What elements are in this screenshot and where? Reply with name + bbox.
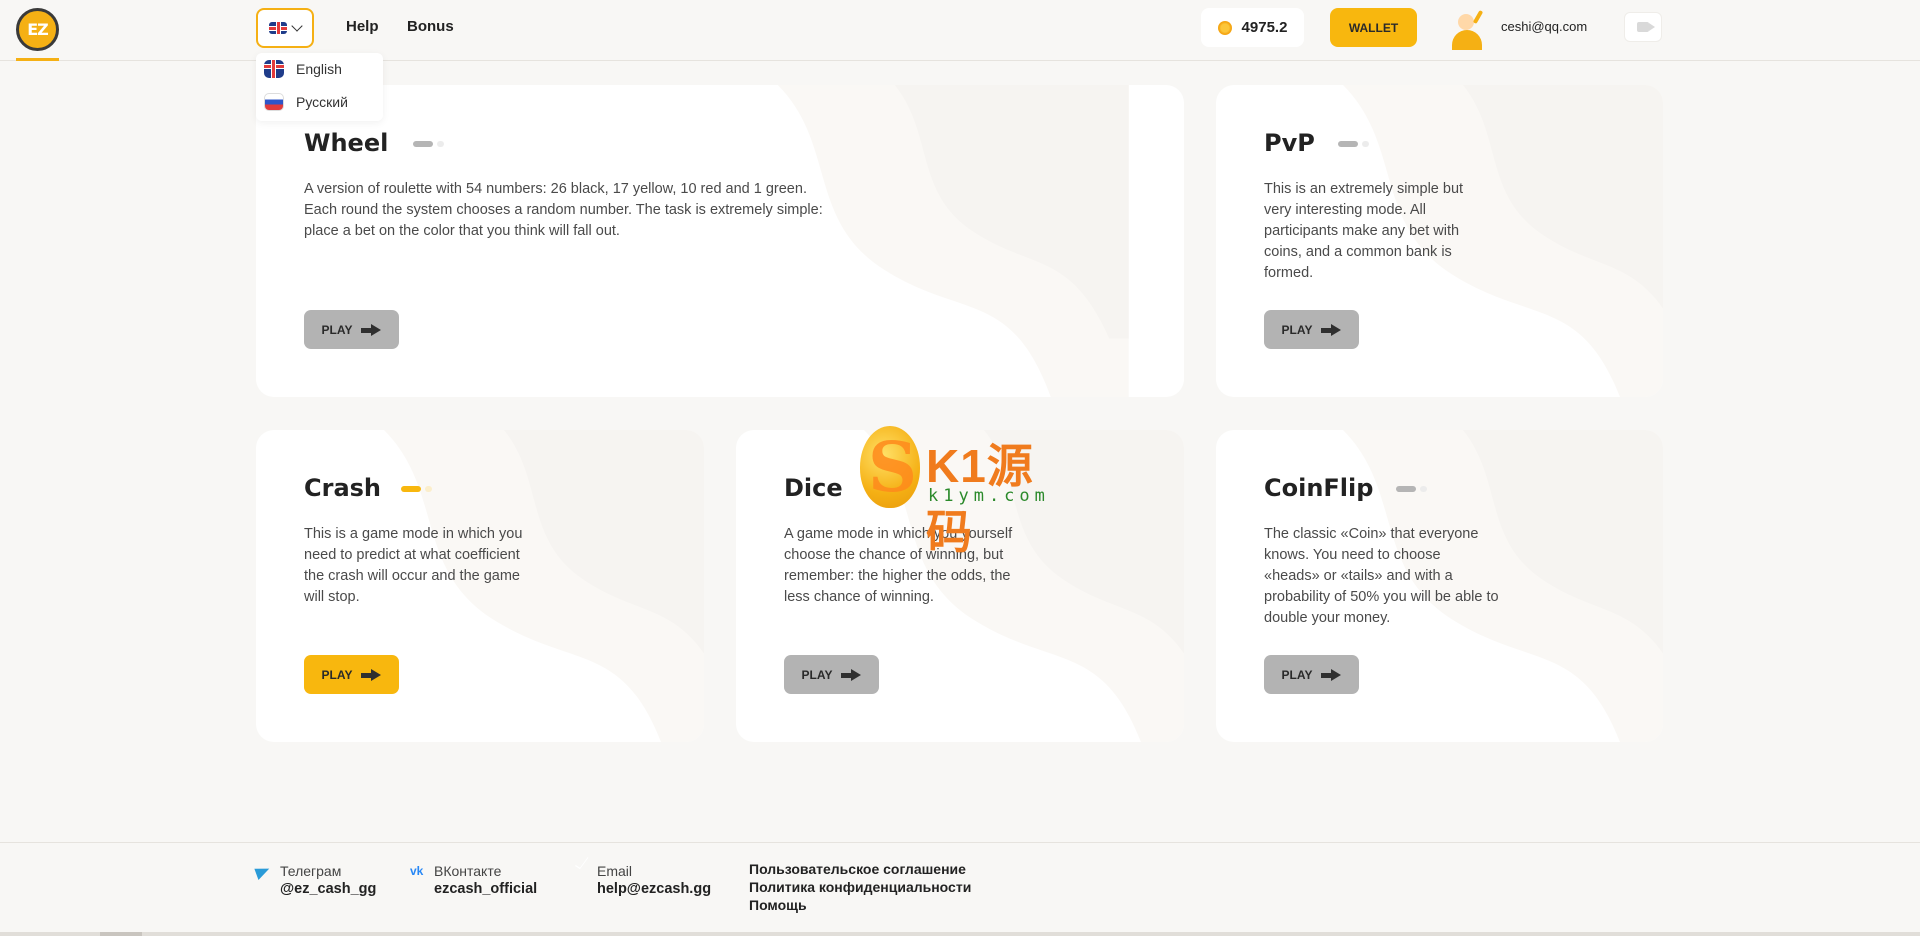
uk-flag-icon bbox=[264, 60, 284, 78]
card-description: This is an extremely simple but very int… bbox=[1264, 181, 1464, 281]
balance-value: 4975.2 bbox=[1241, 19, 1288, 36]
logout-icon bbox=[1637, 22, 1655, 32]
uk-flag-icon bbox=[269, 22, 287, 34]
card-description: The classic «Coin» that everyone knows. … bbox=[1264, 526, 1499, 626]
play-button-coinflip[interactable]: PLAY bbox=[1264, 655, 1359, 694]
play-label: PLAY bbox=[321, 322, 353, 337]
watermark-egg-icon bbox=[860, 426, 920, 508]
wallet-button[interactable]: WALLET bbox=[1330, 8, 1417, 47]
footer: Телеграм @ez_cash_gg vk ВКонтакте ezcash… bbox=[0, 842, 1920, 936]
language-dropdown: English Русский bbox=[256, 53, 383, 121]
language-option-label: Русский bbox=[296, 94, 348, 110]
arrow-right-icon bbox=[361, 323, 382, 336]
arrow-right-icon bbox=[361, 668, 382, 681]
ru-flag-icon bbox=[264, 93, 284, 111]
play-label: PLAY bbox=[801, 667, 833, 682]
nav-bonus-link[interactable]: Bonus bbox=[407, 18, 454, 35]
avatar[interactable] bbox=[1450, 8, 1488, 50]
language-selector-button[interactable] bbox=[256, 8, 314, 48]
watermark-subtext: k1ym.com bbox=[928, 486, 1050, 506]
logo-text: EZ bbox=[27, 20, 49, 39]
card-title: CoinFlip bbox=[1264, 474, 1374, 502]
footer-telegram-label: Телеграм bbox=[280, 863, 342, 879]
play-button-dice[interactable]: PLAY bbox=[784, 655, 879, 694]
card-title: Crash bbox=[304, 474, 382, 502]
logout-button[interactable] bbox=[1624, 12, 1662, 42]
card-indicator bbox=[1396, 486, 1427, 492]
footer-email-link[interactable]: help@ezcash.gg bbox=[597, 881, 711, 897]
avatar-head bbox=[1458, 14, 1474, 30]
coin-icon bbox=[1217, 20, 1232, 35]
game-card-crash: Crash This is a game mode in which you n… bbox=[256, 430, 704, 742]
play-button-pvp[interactable]: PLAY bbox=[1264, 310, 1359, 349]
footer-vk-label: ВКонтакте bbox=[434, 863, 502, 879]
card-title: Wheel bbox=[304, 129, 389, 157]
card-indicator bbox=[1338, 141, 1369, 147]
balance-display: 4975.2 bbox=[1201, 8, 1304, 47]
language-option-english[interactable]: English bbox=[264, 60, 342, 78]
card-indicator bbox=[401, 486, 432, 492]
play-label: PLAY bbox=[1281, 322, 1313, 337]
play-label: PLAY bbox=[321, 667, 353, 682]
chevron-down-icon bbox=[291, 20, 303, 32]
card-title: PvP bbox=[1264, 129, 1315, 157]
game-card-pvp: PvP This is an extremely simple but very… bbox=[1216, 85, 1663, 397]
nav-help-link[interactable]: Help bbox=[346, 18, 379, 35]
language-option-label: English bbox=[296, 61, 342, 77]
footer-link-user-agreement[interactable]: Пользовательское соглашение bbox=[749, 861, 966, 877]
user-email[interactable]: ceshi@qq.com bbox=[1501, 19, 1587, 34]
ez-logo[interactable]: EZ bbox=[16, 8, 59, 51]
game-card-coinflip: CoinFlip The classic «Coin» that everyon… bbox=[1216, 430, 1663, 742]
horizontal-scrollbar[interactable] bbox=[0, 932, 1920, 936]
footer-telegram-link[interactable]: @ez_cash_gg bbox=[280, 881, 376, 897]
vk-icon: vk bbox=[410, 864, 424, 878]
play-button-crash[interactable]: PLAY bbox=[304, 655, 399, 694]
scrollbar-thumb[interactable] bbox=[100, 932, 142, 936]
top-header: EZ Help Bonus 4975.2 WALLET ceshi@qq.com bbox=[0, 0, 1920, 61]
play-button-wheel[interactable]: PLAY bbox=[304, 310, 399, 349]
logo-active-indicator bbox=[16, 58, 59, 61]
arrow-right-icon bbox=[1321, 323, 1342, 336]
play-label: PLAY bbox=[1281, 667, 1313, 682]
language-option-russian[interactable]: Русский bbox=[264, 93, 348, 111]
avatar-body bbox=[1452, 30, 1482, 50]
card-description: This is a game mode in which you need to… bbox=[304, 526, 523, 605]
footer-email-label: Email bbox=[597, 863, 633, 879]
telegram-icon bbox=[254, 863, 272, 881]
avatar-accent bbox=[1472, 9, 1484, 25]
arrow-right-icon bbox=[1321, 668, 1342, 681]
card-title: Dice bbox=[784, 474, 843, 502]
card-indicator bbox=[413, 141, 444, 147]
card-description: A version of roulette with 54 numbers: 2… bbox=[304, 181, 823, 239]
arrow-right-icon bbox=[841, 668, 862, 681]
footer-vk-link[interactable]: ezcash_official bbox=[434, 881, 537, 897]
game-card-wheel: Wheel A version of roulette with 54 numb… bbox=[256, 85, 1184, 397]
watermark-logo: K1源码 k1ym.com bbox=[858, 426, 1068, 558]
footer-link-help[interactable]: Помощь bbox=[749, 897, 807, 913]
footer-link-privacy-policy[interactable]: Политика конфиденциальности bbox=[749, 879, 971, 895]
